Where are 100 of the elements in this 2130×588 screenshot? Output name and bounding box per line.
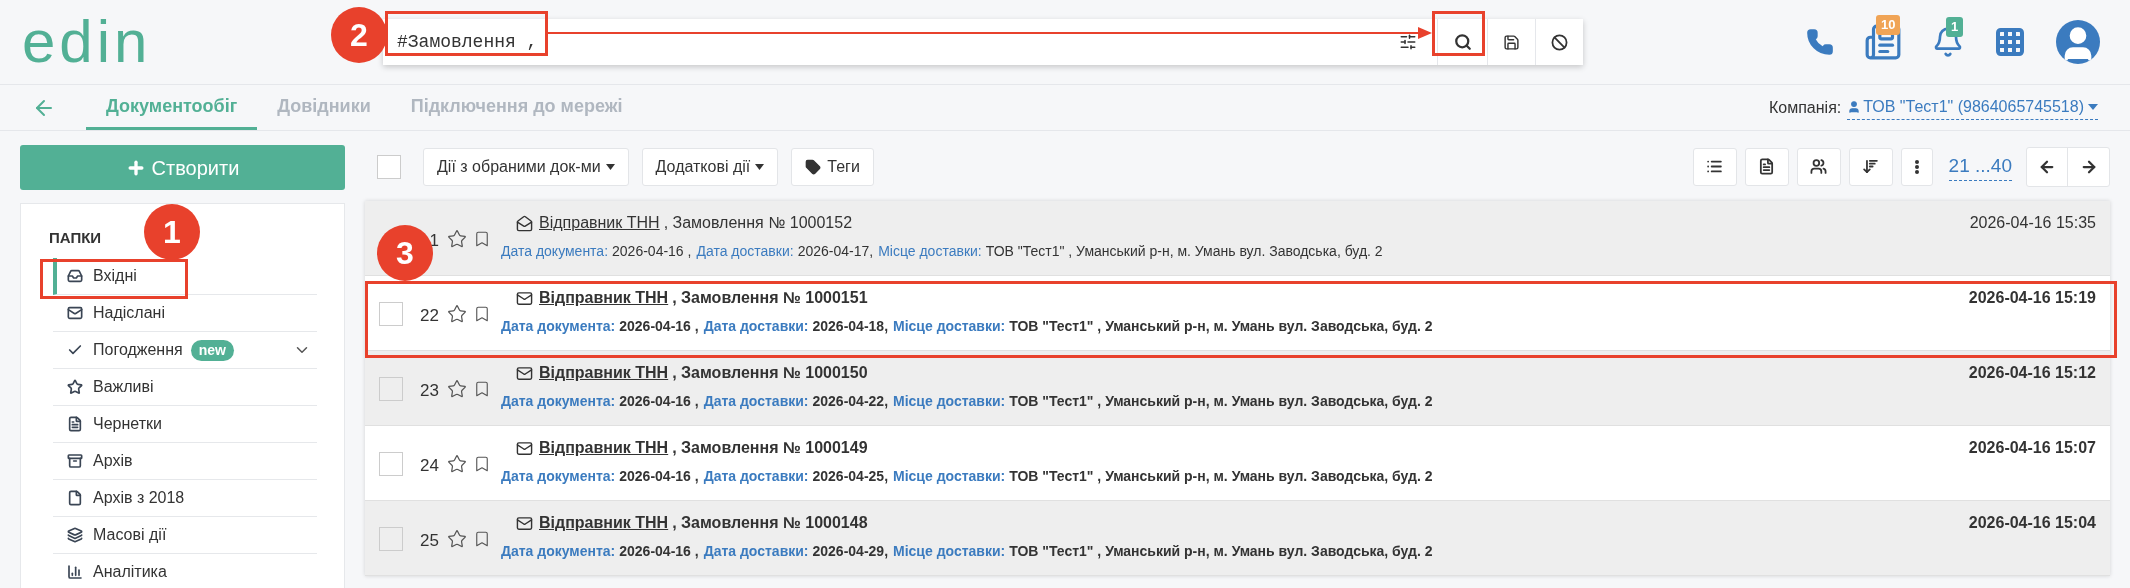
document-subject: , Замовлення № 1000152 (663, 213, 853, 233)
row-number: 23 (419, 380, 439, 402)
row-number: 25 (419, 530, 439, 552)
field-label: Дата доставки: (703, 467, 809, 486)
highlight-frame (1432, 11, 1485, 56)
field-label: Дата документа: (501, 317, 616, 336)
folder-item[interactable]: Аналітика (53, 554, 317, 588)
envelope-icon (516, 289, 533, 307)
field-value: 2026-04-16 , (619, 317, 699, 336)
field-label: Дата документа: (501, 242, 609, 261)
list-view-icon (1706, 158, 1724, 175)
caret-icon (755, 163, 765, 170)
dropdown-button[interactable]: Додаткові дії (641, 147, 779, 186)
pagination-range[interactable]: 21 ...40 (1948, 151, 2012, 182)
sender-link[interactable]: Відправник ТНН (539, 361, 669, 385)
apps-grid-icon[interactable] (1994, 26, 2026, 58)
field-value: 2026-04-16 , (619, 467, 699, 486)
folder-item[interactable]: Погодження new (53, 332, 317, 369)
field-label: Місце доставки: (878, 242, 982, 261)
search-field[interactable]: #Замовлення , (383, 19, 1583, 65)
document-button[interactable] (1744, 147, 1789, 186)
field-value: ТОВ "Тест1" , Уманський р-н, м. Умань вул. Заводська, буд. 2 (1009, 317, 1433, 336)
sort-button[interactable] (1848, 147, 1893, 186)
document-subject: , Замовлення № 1000151 (672, 288, 868, 308)
document-icon (1758, 158, 1776, 175)
count-badge: 10 (1876, 15, 1901, 35)
row-checkbox[interactable] (379, 452, 403, 476)
field-value: 2026-04-29, (812, 542, 889, 561)
tag-icon (805, 158, 822, 175)
row-number: 22 (419, 305, 439, 327)
field-value: 2026-04-17, (797, 242, 874, 261)
bookmark-icon[interactable] (473, 454, 491, 474)
search-icon (1453, 33, 1472, 51)
sender-link[interactable]: Відправник ТНН (539, 511, 669, 535)
field-value: 2026-04-16 , (612, 242, 692, 261)
document-row[interactable]: 23 Відправник ТНН , Замовлення № 1000150 2026-04-16 15:12 Дата документа: 2026-04-16 , Дата доставки: 2026-04-22, Місце доставки: ТОВ "Тест1" , Уманський р-н, м. Умань вул. Заводська, буд. 2 (365, 351, 2110, 426)
star-icon[interactable] (447, 229, 467, 249)
star-icon (67, 379, 83, 395)
caret-icon (2088, 104, 2098, 110)
field-label: Дата документа: (501, 467, 616, 486)
document-subject: , Замовлення № 1000148 (672, 513, 868, 533)
select-all-checkbox[interactable] (377, 154, 401, 179)
folder-item[interactable]: Архів з 2018 (53, 480, 317, 517)
field-value: ТОВ "Тест1" , Уманський р-н, м. Умань вул. Заводська, буд. 2 (985, 242, 1383, 261)
star-icon[interactable] (447, 454, 467, 474)
folder-item[interactable]: Надіслані (53, 295, 317, 332)
field-label: Місце доставки: (893, 317, 1006, 336)
count-badge: 1 (1946, 17, 1964, 37)
document-row[interactable]: 24 Відправник ТНН , Замовлення № 1000149 2026-04-16 15:07 Дата документа: 2026-04-16 , Дата доставки: 2026-04-25, Місце доставки: ТОВ "Тест1" , Уманський р-н, м. Умань вул. Заводська, буд. 2 (365, 426, 2110, 501)
sender-link[interactable]: Відправник ТНН (539, 211, 660, 235)
bookmark-icon[interactable] (473, 529, 491, 549)
avatar[interactable] (2056, 20, 2100, 64)
bookmark-icon[interactable] (473, 229, 491, 249)
more-button[interactable] (1900, 147, 1933, 186)
star-icon[interactable] (447, 304, 467, 324)
document-datetime: 2026-04-16 15:19 (1968, 288, 2096, 308)
field-value: 2026-04-16 , (619, 392, 699, 411)
field-value: 2026-04-22, (812, 392, 889, 411)
field-value: ТОВ "Тест1" , Уманський р-н, м. Умань вул. Заводська, буд. 2 (1009, 467, 1433, 486)
sender-link[interactable]: Відправник ТНН (539, 286, 669, 310)
field-label: Дата доставки: (703, 542, 809, 561)
company-label: Компанія: (1768, 97, 1842, 118)
tags-button[interactable]: Теги (791, 147, 874, 186)
folder-item[interactable]: Масові дії (53, 517, 317, 554)
field-value: ТОВ "Тест1" , Уманський р-н, м. Умань вул. Заводська, буд. 2 (1009, 392, 1433, 411)
star-icon[interactable] (447, 529, 467, 549)
bookmark-icon[interactable] (473, 304, 491, 324)
bookmark-icon[interactable] (473, 379, 491, 399)
field-value: 2026-04-18, (812, 317, 889, 336)
document-row[interactable]: 25 Відправник ТНН , Замовлення № 1000148 2026-04-16 15:04 Дата документа: 2026-04-16 , Дата доставки: 2026-04-29, Місце доставки: ТОВ "Тест1" , Уманський р-н, м. Умань вул. Заводська, буд. 2 (365, 501, 2110, 576)
field-label: Місце доставки: (893, 392, 1006, 411)
sender-link[interactable]: Відправник ТНН (539, 436, 669, 460)
company-selector[interactable]: ТОВ "Тест1" (9864065745518) (1847, 95, 2098, 120)
phone-icon[interactable] (1806, 28, 1834, 56)
folder-item[interactable]: Чернетки (53, 406, 317, 443)
row-checkbox[interactable] (379, 377, 403, 401)
dropdown-button[interactable]: Дії з обраними док-ми (423, 147, 629, 186)
field-label: Дата документа: (501, 542, 616, 561)
row-checkbox[interactable] (379, 527, 403, 551)
document-row[interactable]: 22 Відправник ТНН , Замовлення № 1000151 2026-04-16 15:19 Дата документа: 2026-04-16 , Дата доставки: 2026-04-18, Місце доставки: ТОВ "Тест1" , Уманський р-н, м. Умань вул. Заводська, буд. 2 (365, 276, 2110, 351)
star-icon[interactable] (447, 379, 467, 399)
folders-heading: ПАПКИ (49, 229, 102, 246)
envelope-icon (516, 439, 533, 457)
stack-icon (67, 527, 83, 543)
document-datetime: 2026-04-16 15:07 (1968, 438, 2096, 458)
caret-icon (605, 163, 615, 170)
document-subject: , Замовлення № 1000150 (672, 363, 868, 383)
field-label: Місце доставки: (893, 467, 1006, 486)
row-checkbox[interactable] (379, 302, 403, 326)
inbox-icon (67, 268, 83, 284)
list-view-button[interactable] (1692, 147, 1737, 186)
field-label: Місце доставки: (893, 542, 1006, 561)
field-value: ТОВ "Тест1" , Уманський р-н, м. Умань вул. Заводська, буд. 2 (1009, 542, 1433, 561)
filter-sliders-icon[interactable] (1399, 33, 1417, 51)
envelope-icon (516, 364, 533, 382)
group-button[interactable] (1796, 147, 1841, 186)
field-label: Дата документа: (501, 392, 616, 411)
folder-item[interactable]: Архів (53, 443, 317, 480)
folder-item[interactable]: Важливі (53, 369, 317, 406)
field-value: 2026-04-16 , (619, 542, 699, 561)
